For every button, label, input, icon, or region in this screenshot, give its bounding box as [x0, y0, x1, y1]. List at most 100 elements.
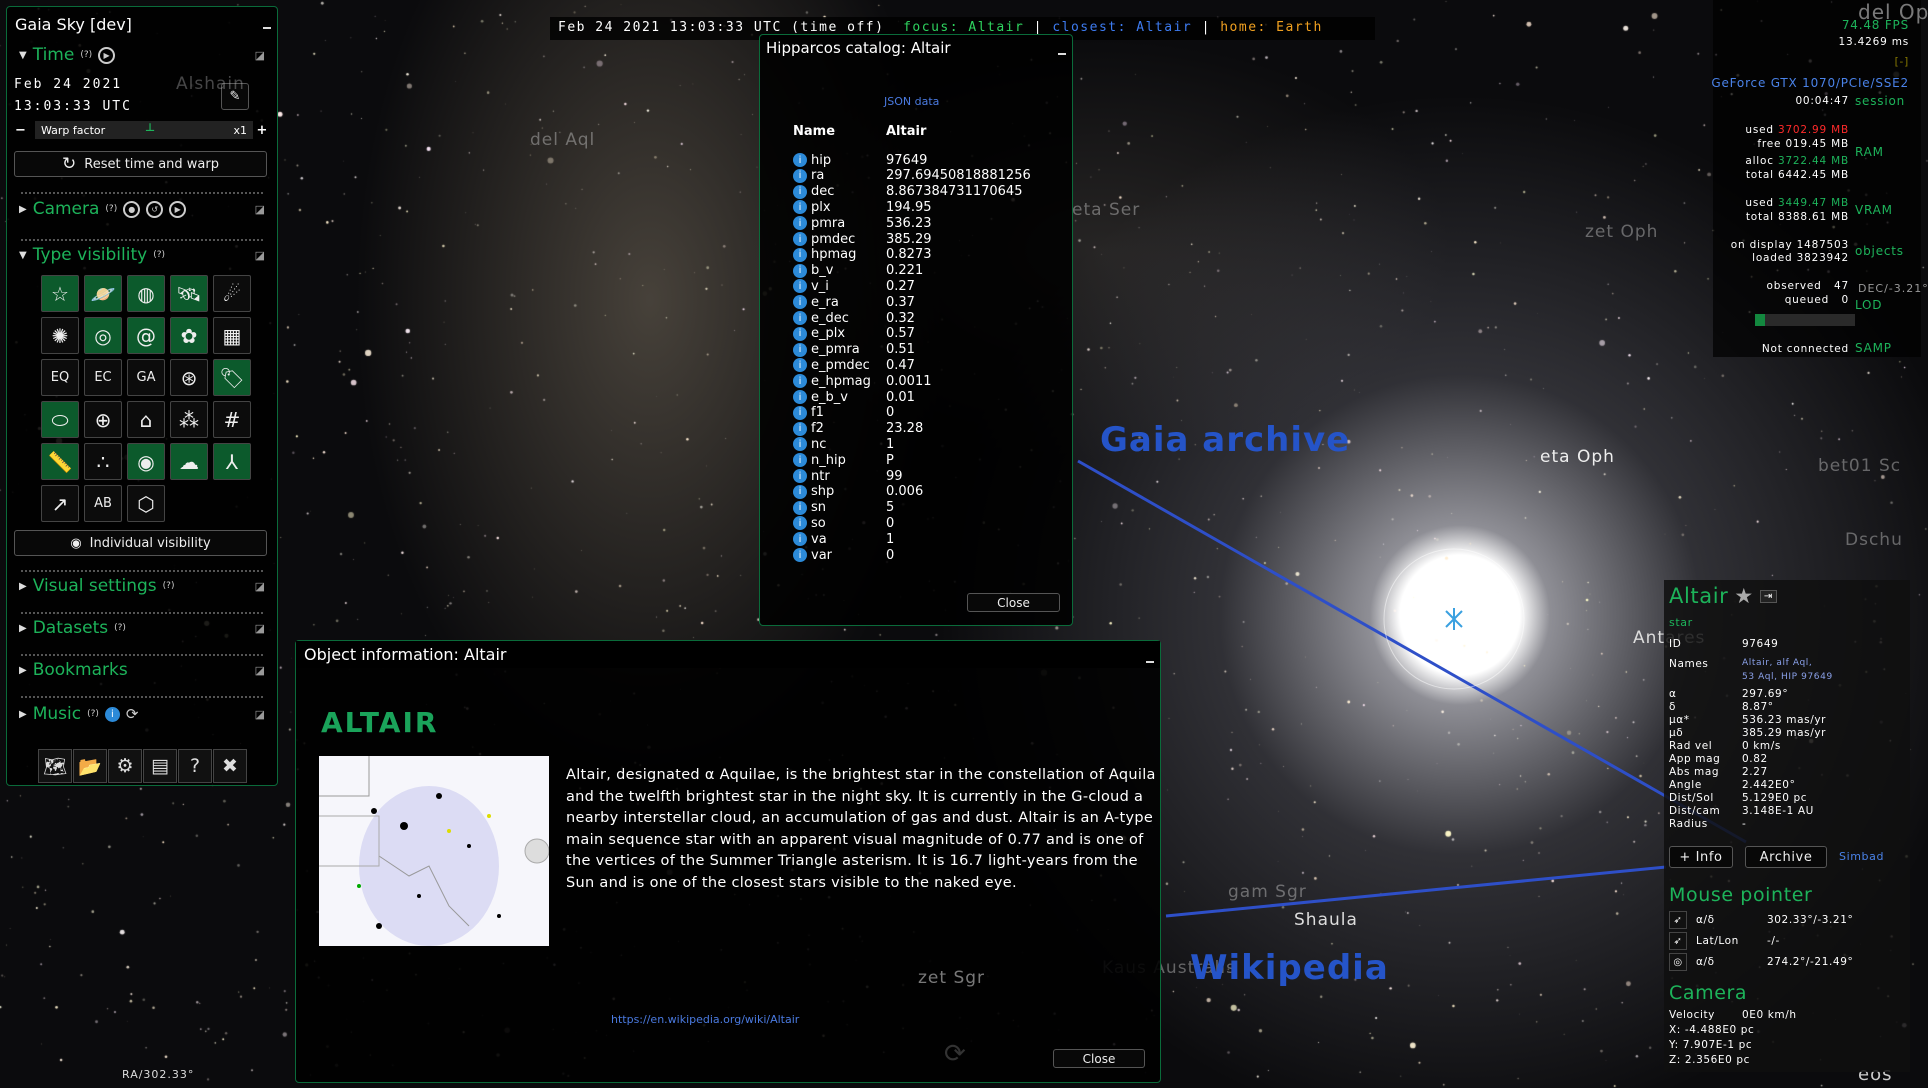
detach-icon[interactable]: ◪	[255, 580, 265, 593]
sky-label[interactable]: gam Sgr	[1228, 882, 1307, 902]
info-icon[interactable]: i	[793, 548, 807, 562]
info-icon[interactable]: i	[793, 516, 807, 531]
info-icon[interactable]: i	[793, 484, 807, 499]
toggle-orbits-ellipse[interactable]: ⬭	[41, 401, 79, 438]
minimize-button[interactable]	[1058, 53, 1066, 55]
toggle-countries[interactable]: ⌂	[127, 401, 165, 438]
quit-button[interactable]: ✖	[213, 749, 247, 783]
warp-decrease-button[interactable]: −	[15, 123, 35, 138]
property-value[interactable]: Altair, alf Aql,	[1742, 658, 1812, 668]
section-camera[interactable]: ▶ Camera (?) ● ↺ ▶ ◪	[19, 199, 265, 219]
info-icon[interactable]: i	[793, 342, 807, 357]
info-icon[interactable]: i	[104, 706, 120, 722]
info-icon[interactable]: i	[793, 374, 807, 389]
toggle-particles[interactable]: ∴	[84, 443, 122, 480]
info-icon[interactable]: i	[793, 532, 807, 547]
info-icon[interactable]: i	[793, 405, 807, 420]
toggle-asteroids[interactable]: ☄	[213, 275, 251, 312]
info-icon[interactable]: i	[793, 326, 807, 341]
info-icon[interactable]: i	[793, 437, 807, 452]
section-time[interactable]: ▼ Time (?) ▶ ◪	[19, 45, 265, 65]
focus-mode-icon[interactable]: ●	[123, 200, 141, 218]
sky-label[interactable]: Shaula	[1294, 910, 1358, 930]
detach-icon[interactable]: ◪	[255, 708, 265, 721]
open-folder-button[interactable]: 📂	[73, 749, 107, 783]
detach-icon[interactable]: ◪	[255, 203, 265, 216]
sky-label[interactable]: zet Oph	[1585, 222, 1658, 242]
sky-label[interactable]: eta Oph	[1540, 447, 1615, 467]
minimize-button[interactable]	[1146, 661, 1154, 663]
property-value[interactable]: 53 Aql, HIP 97649	[1742, 672, 1833, 682]
map-button[interactable]: 🗺	[38, 749, 72, 783]
reset-time-button[interactable]: ↻ Reset time and warp	[14, 151, 267, 177]
toggle-milky-way[interactable]: @	[127, 317, 165, 354]
simbad-link[interactable]: Simbad	[1839, 850, 1884, 863]
info-icon[interactable]: i	[793, 279, 807, 294]
settings-button[interactable]: ⚙	[108, 749, 142, 783]
info-icon[interactable]: i	[793, 200, 807, 215]
toggle-orbits[interactable]: ⊛	[170, 359, 208, 396]
toggle-boundaries[interactable]: #	[213, 401, 251, 438]
toggle-clouds[interactable]: ☁	[170, 443, 208, 480]
toggle-velocity-vectors[interactable]: ↗	[41, 485, 79, 522]
info-icon[interactable]: i	[793, 247, 807, 262]
info-icon[interactable]: i	[793, 232, 807, 246]
toggle-titles[interactable]: AB	[84, 485, 122, 522]
toggle-locations[interactable]: ⊕	[84, 401, 122, 438]
toggle-ecliptic-grid[interactable]: EC	[84, 359, 122, 396]
wikipedia-link[interactable]: https://en.wikipedia.org/wiki/Altair	[611, 1013, 799, 1026]
close-button[interactable]: Close	[1053, 1049, 1145, 1068]
toggle-stars[interactable]: ☆	[41, 275, 79, 312]
bookmark-star-icon[interactable]: ★	[1734, 584, 1753, 608]
log-button[interactable]: ▤	[143, 749, 177, 783]
toggle-satellites[interactable]: 🛰	[170, 275, 208, 312]
close-button[interactable]: Close	[967, 593, 1060, 612]
help-icon[interactable]: (?)	[87, 709, 99, 719]
info-icon[interactable]: i	[793, 168, 807, 183]
minimize-button[interactable]	[263, 27, 271, 29]
info-button[interactable]: + Info	[1669, 846, 1733, 868]
detach-icon[interactable]: ◪	[255, 622, 265, 635]
toggle-constellations[interactable]: ⁂	[170, 401, 208, 438]
section-type-visibility[interactable]: ▼ Type visibility (?) ◪	[19, 245, 265, 265]
detach-icon[interactable]: ◪	[255, 664, 265, 677]
play-icon[interactable]: ▶	[98, 46, 116, 64]
toggle-equatorial-grid[interactable]: EQ	[41, 359, 79, 396]
toggle-atmospheres[interactable]: ◉	[127, 443, 165, 480]
info-icon[interactable]: i	[793, 153, 807, 167]
info-icon[interactable]: i	[793, 184, 807, 199]
help-button[interactable]: ?	[178, 749, 212, 783]
help-icon[interactable]: (?)	[105, 204, 117, 214]
sky-label[interactable]: Dschu	[1845, 530, 1903, 550]
archive-button[interactable]: Archive	[1745, 846, 1827, 868]
info-icon[interactable]: i	[793, 358, 807, 373]
info-icon[interactable]: i	[793, 469, 807, 483]
collapse-toggle[interactable]: [-]	[1895, 56, 1909, 68]
section-music[interactable]: ▶ Music (?) i ⟳ ◪	[19, 704, 265, 724]
slider-handle[interactable]: ⊥	[145, 121, 155, 134]
help-icon[interactable]: (?)	[153, 250, 165, 260]
refresh-icon[interactable]: ⟳	[126, 705, 139, 723]
warp-factor-slider[interactable]: − Warp factor ⊥ x1 +	[15, 121, 271, 139]
camera-play-icon[interactable]: ▶	[169, 200, 187, 218]
toggle-others[interactable]: ⬡	[127, 485, 165, 522]
toggle-meshes[interactable]: ▦	[213, 317, 251, 354]
info-icon[interactable]: i	[793, 263, 807, 278]
help-icon[interactable]: (?)	[114, 623, 126, 633]
detach-icon[interactable]: ◪	[255, 49, 265, 62]
toggle-axes[interactable]: ⅄	[213, 443, 251, 480]
edit-time-button[interactable]: ✎	[221, 83, 249, 110]
toggle-planets[interactable]: 🪐	[84, 275, 122, 312]
info-icon[interactable]: i	[793, 500, 807, 515]
camera-rotate-icon[interactable]: ↺	[146, 200, 164, 218]
info-icon[interactable]: i	[793, 216, 807, 231]
help-icon[interactable]: (?)	[163, 581, 175, 591]
detach-icon[interactable]: ◪	[255, 249, 265, 262]
toggle-ruler[interactable]: 📏	[41, 443, 79, 480]
info-icon[interactable]: i	[793, 453, 807, 468]
section-bookmarks[interactable]: ▶ Bookmarks ◪	[19, 660, 265, 680]
info-icon[interactable]: i	[793, 421, 807, 436]
info-icon[interactable]: i	[793, 311, 807, 325]
help-icon[interactable]: (?)	[80, 50, 92, 60]
info-icon[interactable]: i	[793, 295, 807, 310]
